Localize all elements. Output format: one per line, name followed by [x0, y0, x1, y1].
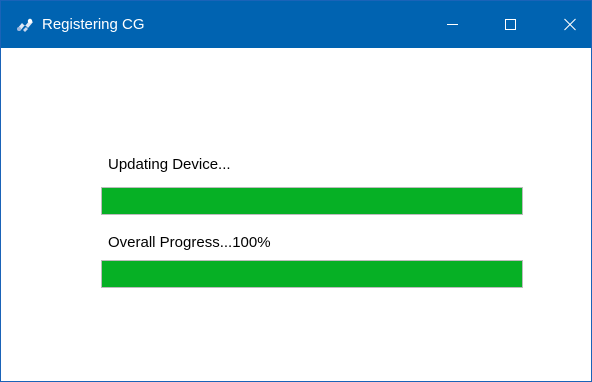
close-button[interactable]: [547, 1, 592, 48]
close-icon: [564, 18, 576, 31]
overall-progress-bar: [101, 260, 523, 288]
overall-progress-label: Overall Progress...100%: [108, 234, 271, 251]
window-title: Registering CG: [42, 16, 145, 33]
minimize-icon: [447, 24, 458, 25]
overall-progress-fill: [102, 261, 522, 287]
maximize-button[interactable]: [488, 1, 534, 48]
device-progress-bar: [101, 187, 523, 215]
minimize-button[interactable]: [429, 1, 475, 48]
device-progress-label: Updating Device...: [108, 156, 231, 173]
maximize-icon: [505, 19, 516, 30]
registration-app-icon: [15, 17, 35, 33]
title-bar[interactable]: Registering CG: [1, 1, 591, 48]
registration-window: Registering CG Updating Device... Overal…: [0, 0, 592, 382]
device-progress-fill: [102, 188, 522, 214]
